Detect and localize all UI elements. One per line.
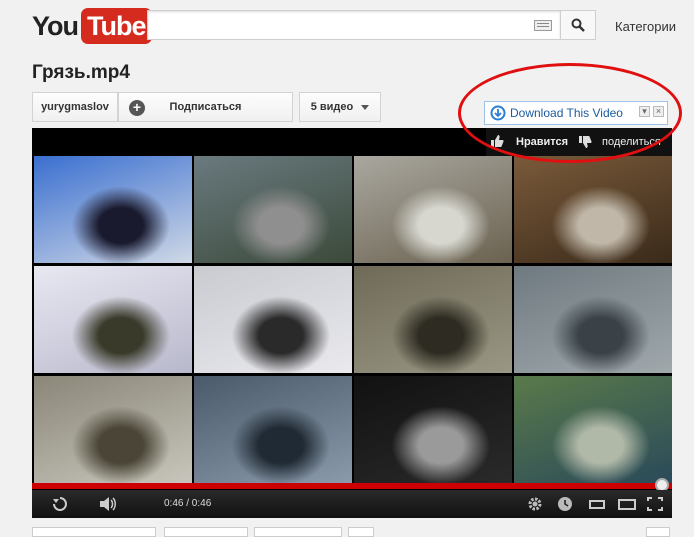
thumb-wheel-closeup [354,376,512,483]
search-input[interactable] [147,10,561,40]
subscribe-button[interactable]: + Подписаться [118,92,293,122]
thumb-motorcycle-trial [514,156,672,263]
plus-icon: + [129,100,145,116]
thumb-green-suv [514,376,672,483]
small-player-button[interactable] [586,495,608,513]
subscribe-label: Подписаться [169,101,242,113]
gear-icon [528,497,542,511]
thumb-forest-cabin [34,376,192,483]
volume-icon [100,497,116,511]
fullscreen-icon [647,497,663,511]
small-player-icon [589,499,605,509]
progress-bar[interactable] [32,483,672,489]
volume-button[interactable] [96,495,120,513]
thumb-car-in-woods [354,156,512,263]
search-icon [571,18,585,32]
large-player-icon [618,498,636,510]
thumb-suv-in-water [514,266,672,373]
channel-name: yurygmaslov [41,101,109,113]
replay-button[interactable] [50,495,70,513]
watch-later-button[interactable] [556,495,574,513]
keyboard-icon[interactable] [534,20,552,31]
videos-count-label: 5 видео [310,101,354,113]
below-button-5[interactable] [646,527,670,537]
large-player-button[interactable] [616,495,638,513]
video-title: Грязь.mp4 [32,62,130,83]
player-controls: 0:46 / 0:46 [32,490,672,518]
thumb-cars-mud-road [354,266,512,373]
chevron-down-icon [361,104,370,110]
clock-icon [558,497,572,511]
thumb-truck-in-snow [34,266,192,373]
settings-button[interactable] [526,495,544,513]
replay-icon [53,497,67,511]
fullscreen-button[interactable] [644,495,666,513]
below-button-1[interactable] [32,527,156,537]
thumb-suv-in-snow [194,266,352,373]
search-button[interactable] [560,10,596,40]
categories-link[interactable]: Категории [615,19,676,34]
time-display: 0:46 / 0:46 [164,498,212,509]
below-button-2[interactable] [164,527,248,537]
video-player[interactable] [32,128,672,518]
youtube-logo[interactable]: You Tube [32,8,152,44]
thumb-race-track [194,156,352,263]
annotation-oval [458,63,682,163]
logo-tube: Tube [81,8,152,44]
videos-count-button[interactable]: 5 видео [299,92,381,122]
channel-button[interactable]: yurygmaslov [32,92,118,122]
progress-fill [32,483,672,489]
thumb-people-picnic [194,376,352,483]
logo-you: You [32,10,79,41]
below-button-4[interactable] [348,527,374,537]
below-button-3[interactable] [254,527,342,537]
thumb-news-anchor [34,156,192,263]
